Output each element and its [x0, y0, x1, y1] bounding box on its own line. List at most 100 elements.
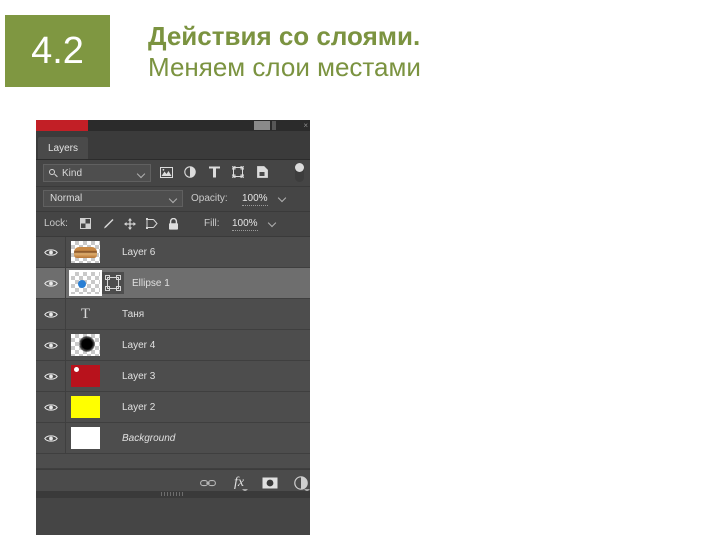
page-title: Действия со слоями. [148, 21, 421, 51]
filter-kind-dropdown[interactable]: Kind [43, 164, 151, 182]
layer-thumbnail [71, 427, 100, 449]
layer-name: Ellipse 1 [132, 277, 170, 289]
grip-dots-icon [161, 492, 185, 496]
add-layer-mask-icon[interactable] [261, 474, 279, 492]
lock-transparent-pixels-icon[interactable] [78, 215, 93, 232]
chevron-down-icon [138, 170, 145, 181]
blue-ellipse-shape [78, 280, 86, 288]
slide-number: 4.2 [31, 30, 84, 72]
opacity-chevron-down-icon[interactable] [279, 194, 286, 205]
layer-thumbnail [69, 270, 102, 296]
layer-name: Таня [122, 308, 145, 320]
link-layers-icon[interactable] [199, 474, 217, 492]
search-icon [49, 168, 58, 178]
filter-kind-label: Kind [62, 167, 83, 179]
table-row[interactable]: Layer 6 [36, 237, 310, 268]
photoshop-layers-panel: × Layers Kind Normal Opacity: 100% Lock:… [36, 120, 310, 535]
blend-mode-dropdown[interactable]: Normal [43, 190, 183, 207]
burger-image [74, 247, 97, 258]
layer-name: Background [122, 432, 176, 444]
smart-object-filter-icon[interactable] [254, 163, 270, 181]
layer-name: Layer 2 [122, 401, 156, 413]
tab-layers[interactable]: Layers [38, 137, 88, 159]
layer-filter-row: Kind [36, 160, 310, 187]
layer-visibility-toggle[interactable] [36, 268, 66, 298]
shape-layer-filter-icon[interactable] [230, 163, 246, 181]
layer-list-empty-space [36, 454, 310, 469]
title-bar-widget[interactable] [254, 121, 270, 130]
pixel-layer-filter-icon[interactable] [158, 163, 174, 181]
panel-bottom-toolbar: fx [36, 469, 310, 498]
eye-icon [43, 341, 58, 349]
lock-image-pixels-icon[interactable] [100, 215, 115, 232]
lock-position-icon[interactable] [122, 215, 137, 232]
layer-style-fx-icon[interactable]: fx [230, 474, 248, 492]
layer-visibility-toggle[interactable] [36, 299, 66, 329]
opacity-label: Opacity: [191, 193, 228, 204]
layer-thumbnail [71, 334, 100, 356]
black-blurred-circle [79, 336, 95, 352]
table-row[interactable]: Background [36, 423, 310, 454]
chevron-down-icon [170, 195, 177, 206]
layer-thumbnail [71, 365, 100, 387]
layer-thumbnail-cell[interactable] [66, 361, 118, 391]
panel-tab-strip: Layers [36, 131, 310, 160]
eye-icon [43, 372, 58, 380]
fill-label: Fill: [204, 218, 220, 229]
blend-mode-value: Normal [50, 193, 83, 204]
layer-name: Layer 6 [122, 246, 156, 258]
table-row[interactable]: Layer 3 [36, 361, 310, 392]
layer-thumbnail-cell[interactable] [66, 330, 118, 360]
table-row[interactable]: Layer 4 [36, 330, 310, 361]
layer-name: Layer 3 [122, 370, 156, 382]
layer-visibility-toggle[interactable] [36, 423, 66, 453]
layer-thumbnail-cell[interactable] [66, 268, 128, 298]
app-accent-strip [36, 120, 88, 131]
vector-mask-thumbnail [102, 272, 124, 294]
tab-layers-label: Layers [47, 142, 78, 154]
lock-row: Lock: Fill: 100% [36, 212, 310, 237]
type-layer-icon: T [80, 305, 91, 322]
layer-thumbnail-cell[interactable] [66, 237, 118, 267]
page-subtitle: Меняем слои местами [148, 52, 421, 82]
blend-mode-row: Normal Opacity: 100% [36, 187, 310, 212]
table-row[interactable]: Ellipse 1 [36, 268, 310, 299]
fill-chevron-down-icon[interactable] [269, 219, 276, 230]
eye-icon [43, 310, 58, 318]
lock-icons [78, 215, 181, 232]
layer-thumbnail-cell[interactable] [66, 392, 118, 422]
new-adjustment-layer-icon[interactable] [292, 474, 310, 492]
table-row[interactable]: T Таня [36, 299, 310, 330]
slide-header: 4.2 Действия со слоями. Меняем слои мест… [0, 0, 720, 110]
panel-resize-grip[interactable] [36, 491, 310, 498]
layer-thumbnail-cell[interactable] [66, 423, 118, 453]
lock-all-icon[interactable] [166, 215, 181, 232]
eye-icon [43, 248, 58, 256]
layer-visibility-toggle[interactable] [36, 237, 66, 267]
layer-visibility-toggle[interactable] [36, 392, 66, 422]
slide-number-badge: 4.2 [5, 15, 110, 87]
bottom-toolbar-icons: fx [199, 474, 310, 492]
adjustment-layer-filter-icon[interactable] [182, 163, 198, 181]
layer-thumbnail-cell[interactable]: T [66, 299, 118, 329]
layer-name: Layer 4 [122, 339, 156, 351]
layer-list: Layer 6 Ellipse 1 T Таня Layer 4 Layer 3… [36, 237, 310, 469]
lock-label: Lock: [44, 218, 68, 229]
slide-title-block: Действия со слоями. Меняем слои местами [148, 21, 688, 83]
application-title-bar: × [36, 120, 310, 131]
title-bar-widget-secondary[interactable] [272, 121, 276, 130]
fill-value[interactable]: 100% [232, 218, 258, 231]
type-layer-filter-icon[interactable] [206, 163, 222, 181]
layer-visibility-toggle[interactable] [36, 330, 66, 360]
filter-type-icons [158, 163, 270, 181]
eye-icon [43, 434, 58, 442]
layer-thumbnail [71, 396, 100, 418]
table-row[interactable]: Layer 2 [36, 392, 310, 423]
layer-visibility-toggle[interactable] [36, 361, 66, 391]
close-icon[interactable]: × [303, 120, 308, 131]
layer-thumbnail [71, 241, 100, 263]
eye-icon [43, 403, 58, 411]
lock-artboard-nesting-icon[interactable] [144, 215, 159, 232]
opacity-value[interactable]: 100% [242, 193, 268, 206]
filter-toggle-switch[interactable] [295, 163, 304, 182]
